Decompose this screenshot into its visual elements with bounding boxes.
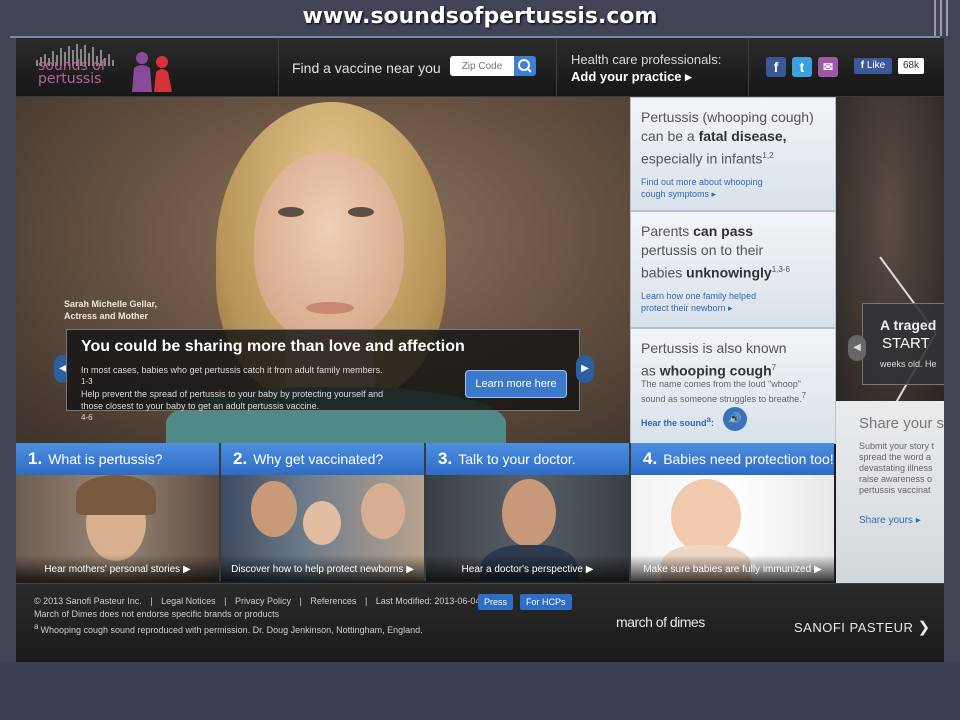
tile-heading: 3. Talk to your doctor. — [426, 443, 629, 475]
zip-search-button[interactable] — [514, 56, 536, 76]
learn-more-button[interactable]: Learn more here — [465, 370, 567, 398]
sounds-of-pertussis-logo[interactable]: sounds of pertussis — [36, 44, 186, 94]
last-modified: Last Modified: 2013-06-04 — [375, 596, 481, 606]
hero-callout: You could be sharing more than love and … — [66, 329, 580, 422]
tile-what-is-pertussis[interactable]: 1. What is pertussis? Hear mothers' perso… — [16, 443, 221, 581]
website-screenshot: sounds of pertussis Find a vaccine near y… — [16, 38, 944, 662]
hero-photo-lips — [306, 302, 354, 314]
fact-heading: Pertussis is also known as whooping coug… — [641, 340, 787, 379]
facebook-like-button[interactable]: f Like — [854, 58, 892, 74]
share-story-heading: Share your st — [859, 415, 944, 432]
sanofi-pasteur-logo[interactable]: SANOFI PASTEUR ❯ — [794, 618, 931, 636]
story-prev-button[interactable]: ◀ — [848, 335, 866, 361]
hero-photo-caption: Sarah Michelle Gellar, Actress and Mother — [64, 299, 158, 321]
carousel-next-button[interactable]: ▶ — [576, 355, 594, 383]
callout-text: In most cases, babies who get pertussis … — [81, 365, 384, 422]
hero-photo-eye — [278, 207, 304, 217]
fact-heading: Pertussis (whooping cough) can be a fata… — [641, 109, 814, 167]
like-count: 68k — [898, 58, 924, 74]
footer-separator: | — [150, 596, 153, 606]
decorative-rule — [940, 0, 942, 36]
tile-talk-to-doctor[interactable]: 3. Talk to your doctor. Hear a doctor's p… — [426, 443, 631, 581]
hcp-label: Health care professionals: — [571, 52, 722, 67]
share-your-story-panel: Share your st Submit your story t spread… — [836, 401, 944, 583]
start-label: START — [882, 335, 930, 352]
tile-why-get-vaccinated[interactable]: 2. Why get vaccinated? Discover how to he… — [221, 443, 426, 581]
header-divider — [278, 38, 279, 96]
references-link[interactable]: References — [310, 596, 356, 606]
footer-separator: | — [364, 596, 368, 606]
sanofi-bird-icon: ❯ — [917, 619, 931, 636]
footer-separator: | — [299, 596, 302, 606]
header-divider — [556, 38, 557, 96]
tile-heading: 2. Why get vaccinated? — [221, 443, 424, 475]
footer-separator: | — [224, 596, 227, 606]
whooping-cough-symptoms-link[interactable]: Find out more about whooping cough sympto… — [641, 176, 763, 200]
find-vaccine-label: Find a vaccine near you — [292, 60, 441, 76]
tragedy-story-title: A traged — [880, 317, 937, 333]
tile-caption: Discover how to help protect newborns ▶ — [221, 555, 424, 581]
sound-permission-note: a Whooping cough sound reproduced with pe… — [34, 622, 423, 635]
callout-title: You could be sharing more than love and … — [81, 338, 465, 355]
tile-caption: Hear mothers' personal stories ▶ — [16, 555, 219, 581]
mother-child-icon — [132, 52, 172, 92]
hero-photo-eye — [348, 207, 374, 217]
fact-panel-whooping-cough: Pertussis is also known as whooping coug… — [630, 328, 836, 444]
share-story-text: Submit your story t spread the word a de… — [859, 441, 935, 495]
twitter-icon[interactable]: t — [792, 57, 812, 77]
hear-the-sound-label: Hear the sounda: — [641, 415, 714, 428]
hero-banner: Sarah Michelle Gellar, Actress and Mother… — [16, 97, 630, 443]
march-of-dimes-logo[interactable]: march of dimes — [616, 614, 705, 630]
add-practice-link[interactable]: Add your practice ▸ — [571, 69, 692, 85]
slide-title: www.soundsofpertussis.com — [302, 4, 658, 29]
tile-babies-need-protection[interactable]: 4. Babies need protection too! Make sure … — [631, 443, 834, 581]
slide-bottom-band — [0, 662, 960, 720]
privacy-policy-link[interactable]: Privacy Policy — [235, 596, 291, 606]
fact-panel-parents-pass[interactable]: Parents can pass pertussis on to their b… — [630, 211, 836, 328]
search-icon — [518, 59, 532, 73]
fact-panel-fatal-disease[interactable]: Pertussis (whooping cough) can be a fata… — [630, 97, 836, 211]
tile-caption: Make sure babies are fully immunized ▶ — [631, 555, 834, 581]
endorse-disclaimer: March of Dimes does not endorse specific… — [34, 609, 280, 619]
zip-code-input[interactable] — [450, 56, 514, 76]
footer-links: © 2013 Sanofi Pasteur Inc. | Legal Notic… — [34, 596, 486, 606]
fact-heading: Parents can pass pertussis on to their b… — [641, 223, 790, 281]
fact-small-text: The name comes from the loud "whoop" soun… — [641, 379, 807, 404]
legal-notices-link[interactable]: Legal Notices — [161, 596, 216, 606]
facebook-icon[interactable]: f — [766, 57, 786, 77]
copyright: © 2013 Sanofi Pasteur Inc. — [34, 596, 142, 606]
for-hcps-button[interactable]: For HCPs — [520, 594, 572, 610]
decorative-rule — [946, 0, 948, 36]
press-button[interactable]: Press — [478, 594, 514, 610]
family-story-link[interactable]: Learn how one family helped protect their… — [641, 290, 756, 314]
share-yours-link[interactable]: Share yours ▸ — [859, 515, 921, 526]
tile-heading: 1. What is pertussis? — [16, 443, 219, 475]
side-panel: ◀ A traged START weeks old. He Share you… — [836, 97, 944, 583]
tile-caption: Hear a doctor's perspective ▶ — [426, 555, 629, 581]
decorative-rule — [934, 0, 936, 36]
tile-heading: 4. Babies need protection too! — [631, 443, 834, 475]
fact-panels: Pertussis (whooping cough) can be a fata… — [630, 97, 836, 444]
header-divider — [748, 38, 749, 96]
site-footer: © 2013 Sanofi Pasteur Inc. | Legal Notic… — [16, 583, 944, 662]
topic-tiles: 1. What is pertussis? Hear mothers' perso… — [16, 443, 836, 583]
logo-text: sounds of pertussis — [38, 58, 106, 87]
tragedy-story-text: weeks old. He — [880, 359, 937, 369]
email-icon[interactable]: ✉ — [818, 57, 838, 77]
site-header: sounds of pertussis Find a vaccine near y… — [16, 38, 944, 97]
speaker-icon[interactable]: 🔊 — [723, 407, 747, 431]
